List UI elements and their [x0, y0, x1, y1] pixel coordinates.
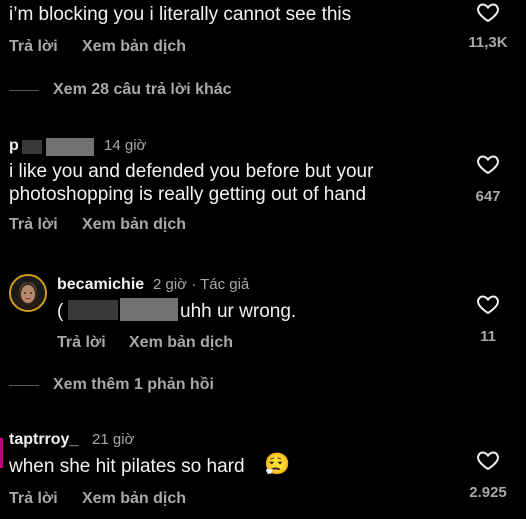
comment-time: 14 giờ [104, 137, 147, 154]
reply-button[interactable]: Trả lời [9, 490, 58, 508]
heart-icon[interactable] [475, 292, 501, 316]
comment-text: uhh ur wrong. [180, 301, 297, 322]
translate-button[interactable]: Xem bản dịch [82, 38, 186, 56]
comment-text: i’m blocking you i literally cannot see … [9, 4, 352, 25]
heart-icon[interactable] [475, 152, 501, 176]
exhale-emoji-icon: 😮‍💨 [264, 453, 291, 476]
avatar[interactable] [9, 274, 47, 312]
comment-time: 21 giờ [92, 431, 135, 448]
partial-avatar [0, 438, 3, 468]
like-count: 2.925 [469, 484, 507, 501]
comment-username[interactable]: taptrroy_ [9, 431, 78, 449]
translate-button[interactable]: Xem bản dịch [82, 490, 186, 508]
reply-button[interactable]: Trả lời [57, 334, 106, 352]
redaction-block [22, 140, 42, 154]
comment-username[interactable]: p [9, 137, 19, 155]
like-count: 11 [480, 328, 496, 345]
thread-divider [9, 385, 39, 386]
comment-text: when she hit pilates so hard [9, 456, 245, 477]
comment-time: 2 giờ · Tác giả [153, 276, 250, 293]
comment-username[interactable]: becamichie [57, 276, 144, 294]
profile-avatar [11, 276, 45, 310]
thread-divider [9, 90, 39, 91]
translate-button[interactable]: Xem bản dịch [129, 334, 233, 352]
redaction-block [120, 298, 178, 321]
redaction-block [46, 138, 94, 156]
redaction-block [68, 300, 118, 320]
view-more-replies-button[interactable]: Xem 28 câu trả lời khác [53, 81, 232, 99]
view-more-one-button[interactable]: Xem thêm 1 phản hồi [53, 376, 214, 394]
like-count: 647 [475, 188, 501, 205]
comment-text: photoshopping is really getting out of h… [9, 184, 367, 205]
reply-button[interactable]: Trả lời [9, 38, 58, 56]
reply-button[interactable]: Trả lời [9, 216, 58, 234]
heart-icon[interactable] [475, 0, 501, 24]
translate-button[interactable]: Xem bản dịch [82, 216, 186, 234]
heart-icon[interactable] [475, 448, 501, 472]
comment-text-prefix: ( [57, 301, 64, 322]
like-count: 11,3K [468, 34, 508, 51]
comment-text: i like you and defended you before but y… [9, 161, 374, 182]
